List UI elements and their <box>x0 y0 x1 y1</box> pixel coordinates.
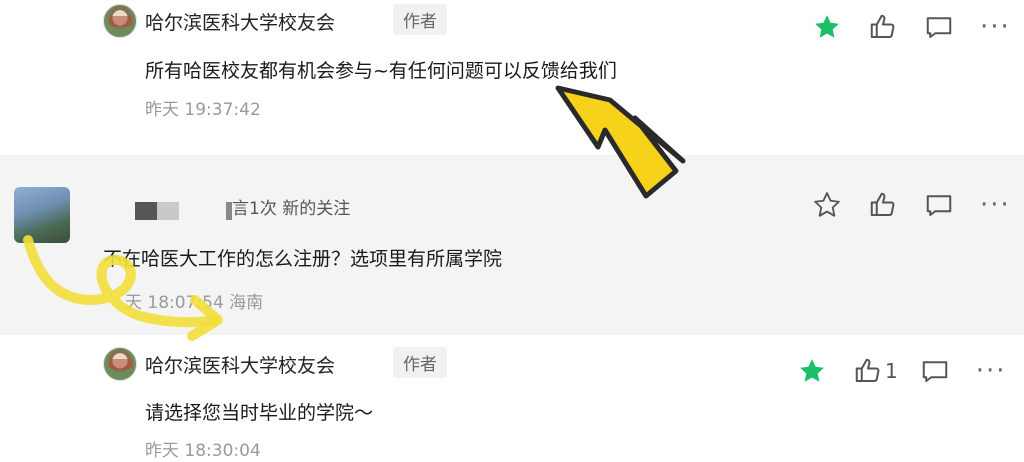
avatar[interactable] <box>103 4 137 38</box>
author-name[interactable]: 哈尔滨医科大学校友会 <box>145 351 335 378</box>
thumbs-up-icon[interactable] <box>853 356 883 386</box>
comment-icon[interactable] <box>924 12 954 42</box>
star-icon[interactable] <box>812 12 842 42</box>
location: 海南 <box>229 293 264 313</box>
author-name[interactable]: 哈尔滨医科大学校友会 <box>145 8 335 35</box>
time-value: 天 18:07:54 <box>125 293 224 313</box>
more-icon[interactable]: ··· <box>980 12 1010 42</box>
comment-time: 昨天 19:37:42 <box>145 100 261 120</box>
comment-actions: ··· <box>786 12 1010 42</box>
comment-actions: ··· <box>786 190 1010 220</box>
redacted-name <box>157 202 179 220</box>
author-badge: 作者 <box>393 347 447 378</box>
comment-text: 不在哈医大工作的怎么注册？选项里有所属学院 <box>103 248 503 270</box>
avatar[interactable] <box>103 347 137 381</box>
like-count: 1 <box>885 359 898 383</box>
more-icon[interactable]: ··· <box>980 190 1010 220</box>
more-icon[interactable]: ··· <box>976 356 1006 386</box>
comment-text: 所有哈医校友都有机会参与~有任何问题可以反馈给我们 <box>145 60 617 82</box>
comment-icon[interactable] <box>924 190 954 220</box>
comment-time: 天 18:07:54 海南 <box>125 288 263 313</box>
comment-text: 请选择您当时毕业的学院～ <box>145 402 374 424</box>
comment-actions: 1 ··· <box>771 356 1006 386</box>
thumbs-up-icon[interactable] <box>868 12 898 42</box>
comment-item: 哈尔滨医科大学校友会 作者 请选择您当时毕业的学院～ 昨天 18:30:04 1… <box>0 335 1024 462</box>
comment-item: 哈尔滨医科大学校友会 作者 所有哈医校友都有机会参与~有任何问题可以反馈给我们 … <box>0 0 1024 155</box>
star-icon[interactable] <box>812 190 842 220</box>
avatar[interactable] <box>14 187 70 243</box>
comment-time: 昨天 18:30:04 <box>145 441 261 461</box>
author-badge: 作者 <box>393 4 447 35</box>
star-icon[interactable] <box>797 356 827 386</box>
author-meta: 言1次 新的关注 <box>232 199 351 219</box>
comment-icon[interactable] <box>920 356 950 386</box>
thumbs-up-icon[interactable] <box>868 190 898 220</box>
comment-item: 言1次 新的关注 不在哈医大工作的怎么注册？选项里有所属学院 天 18:07:5… <box>0 155 1024 335</box>
redacted-name <box>135 202 157 220</box>
